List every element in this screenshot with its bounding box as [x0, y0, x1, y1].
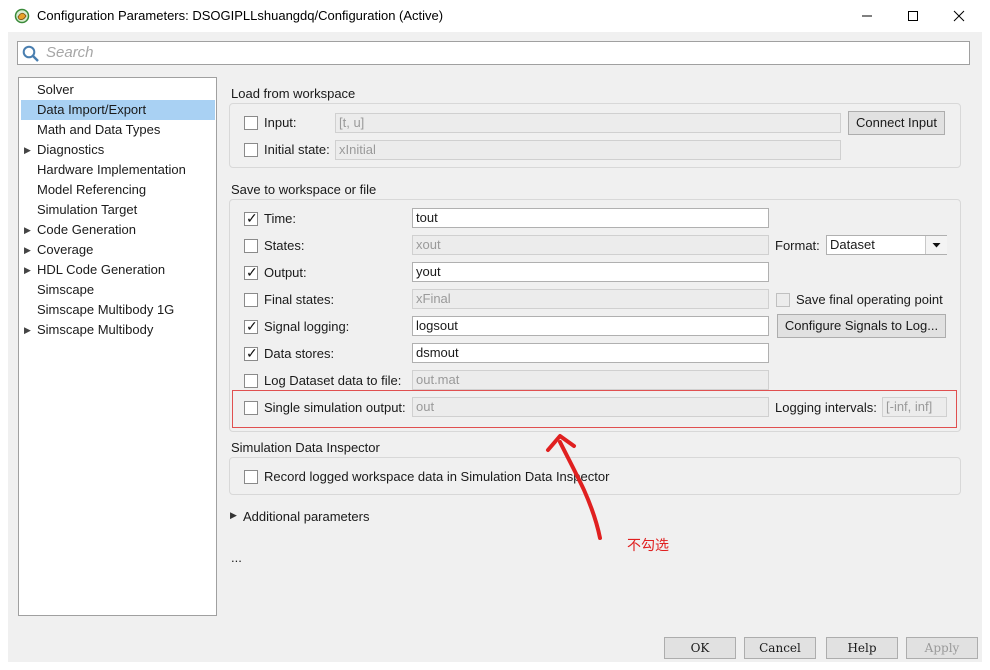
- minimize-icon: [862, 15, 872, 17]
- output-checkbox[interactable]: [244, 264, 258, 281]
- sdi-section-title: Simulation Data Inspector: [231, 440, 380, 455]
- record-sdi-checkbox[interactable]: [244, 470, 258, 484]
- sidebar-item[interactable]: Solver: [21, 80, 215, 100]
- sidebar-item[interactable]: ▶ Coverage: [21, 240, 215, 260]
- close-button[interactable]: [936, 0, 982, 32]
- search-icon: [22, 45, 39, 62]
- simulink-app-icon: [14, 8, 30, 24]
- save-final-op-checkbox[interactable]: [776, 293, 790, 307]
- maximize-icon: [908, 11, 918, 21]
- data-stores-label: Data stores:: [264, 346, 335, 361]
- log-dataset-field[interactable]: out.mat: [412, 370, 769, 390]
- search-input[interactable]: [17, 41, 970, 65]
- time-checkbox[interactable]: [244, 210, 258, 227]
- sidebar-item-label: Simulation Target: [37, 202, 138, 217]
- data-stores-checkbox[interactable]: [244, 345, 258, 362]
- sidebar-item-label: Model Referencing: [37, 182, 147, 197]
- sidebar-item-label: Simscape Multibody 1G: [37, 302, 175, 317]
- signal-logging-checkbox[interactable]: [244, 318, 258, 335]
- time-label: Time:: [264, 211, 297, 226]
- connect-input-button[interactable]: Connect Input: [848, 111, 945, 135]
- sidebar-item-label: Data Import/Export: [37, 102, 147, 117]
- minimize-button[interactable]: [844, 0, 890, 32]
- sidebar-item[interactable]: ▶ Code Generation: [21, 220, 215, 240]
- format-dropdown-button[interactable]: [925, 236, 947, 254]
- expand-arrow-icon[interactable]: ▶: [24, 220, 31, 240]
- input-label: Input:: [264, 115, 297, 130]
- window-title: Configuration Parameters: DSOGIPLLshuang…: [37, 8, 444, 23]
- sidebar-item-label: Math and Data Types: [37, 122, 161, 137]
- final-states-field[interactable]: xFinal: [412, 289, 769, 309]
- format-value: Dataset: [830, 237, 875, 252]
- format-label: Format:: [775, 238, 820, 253]
- signal-logging-field[interactable]: logsout: [412, 316, 769, 336]
- sidebar-item-label: Simscape: [37, 282, 95, 297]
- output-label: Output:: [264, 265, 307, 280]
- sidebar-item-label: Simscape Multibody: [37, 322, 154, 337]
- annotation-arrow: [546, 434, 602, 540]
- expand-arrow-icon[interactable]: ▶: [24, 140, 31, 160]
- sidebar-item[interactable]: Simulation Target: [21, 200, 215, 220]
- states-label: States:: [264, 238, 305, 253]
- maximize-button[interactable]: [890, 0, 936, 32]
- final-states-checkbox[interactable]: [244, 293, 258, 307]
- annotation-text: 不勾选: [627, 537, 669, 553]
- save-final-op-label: Save final operating point: [796, 292, 943, 307]
- sidebar-item[interactable]: ▶ Diagnostics: [21, 140, 215, 160]
- states-field[interactable]: xout: [412, 235, 769, 255]
- input-field[interactable]: [t, u]: [335, 113, 841, 133]
- sidebar-item-label: Coverage: [37, 242, 94, 257]
- additional-parameters[interactable]: Additional parameters: [243, 509, 369, 524]
- states-checkbox[interactable]: [244, 239, 258, 253]
- expand-arrow-icon[interactable]: ▶: [24, 240, 31, 260]
- sidebar-item[interactable]: Simscape Multibody 1G: [21, 300, 215, 320]
- sidebar-item[interactable]: Math and Data Types: [21, 120, 215, 140]
- chevron-down-icon: [932, 243, 941, 248]
- save-section-title: Save to workspace or file: [231, 182, 377, 197]
- expand-arrow-icon[interactable]: ▶: [24, 260, 31, 280]
- close-icon: [953, 10, 965, 22]
- cancel-button[interactable]: Cancel: [744, 637, 816, 659]
- sidebar-item-label: Diagnostics: [37, 142, 105, 157]
- initial-state-field[interactable]: xInitial: [335, 140, 841, 160]
- sidebar-item[interactable]: Simscape: [21, 280, 215, 300]
- configure-signals-button[interactable]: Configure Signals to Log...: [777, 314, 946, 338]
- time-field[interactable]: tout: [412, 208, 769, 228]
- search-placeholder: Search: [46, 44, 94, 61]
- expand-arrow-icon[interactable]: ▶: [24, 320, 31, 340]
- highlight-box: [232, 390, 957, 428]
- apply-button[interactable]: Apply: [906, 637, 978, 659]
- log-dataset-label: Log Dataset data to file:: [264, 373, 402, 388]
- sidebar-item-label: Hardware Implementation: [37, 162, 186, 177]
- load-section-title: Load from workspace: [231, 86, 356, 101]
- output-field[interactable]: yout: [412, 262, 769, 282]
- ellipsis-text: ...: [231, 550, 242, 565]
- final-states-label: Final states:: [264, 292, 335, 307]
- sidebar-item[interactable]: Data Import/Export: [21, 100, 215, 120]
- sidebar-item[interactable]: ▶ HDL Code Generation: [21, 260, 215, 280]
- signal-logging-label: Signal logging:: [264, 319, 350, 334]
- data-stores-field[interactable]: dsmout: [412, 343, 769, 363]
- initial-state-label: Initial state:: [264, 142, 330, 157]
- log-dataset-checkbox[interactable]: [244, 374, 258, 388]
- sidebar-item-label: HDL Code Generation: [37, 262, 166, 277]
- input-checkbox[interactable]: [244, 116, 258, 130]
- sidebar-item-label: Solver: [37, 82, 74, 97]
- sidebar-item-label: Code Generation: [37, 222, 137, 237]
- sidebar-item[interactable]: Hardware Implementation: [21, 160, 215, 180]
- expand-arrow-icon[interactable]: ▶: [230, 510, 237, 521]
- ok-button[interactable]: OK: [664, 637, 736, 659]
- initial-state-checkbox[interactable]: [244, 143, 258, 157]
- sidebar-item[interactable]: Model Referencing: [21, 180, 215, 200]
- sidebar-item[interactable]: ▶ Simscape Multibody: [21, 320, 215, 340]
- help-button[interactable]: Help: [826, 637, 898, 659]
